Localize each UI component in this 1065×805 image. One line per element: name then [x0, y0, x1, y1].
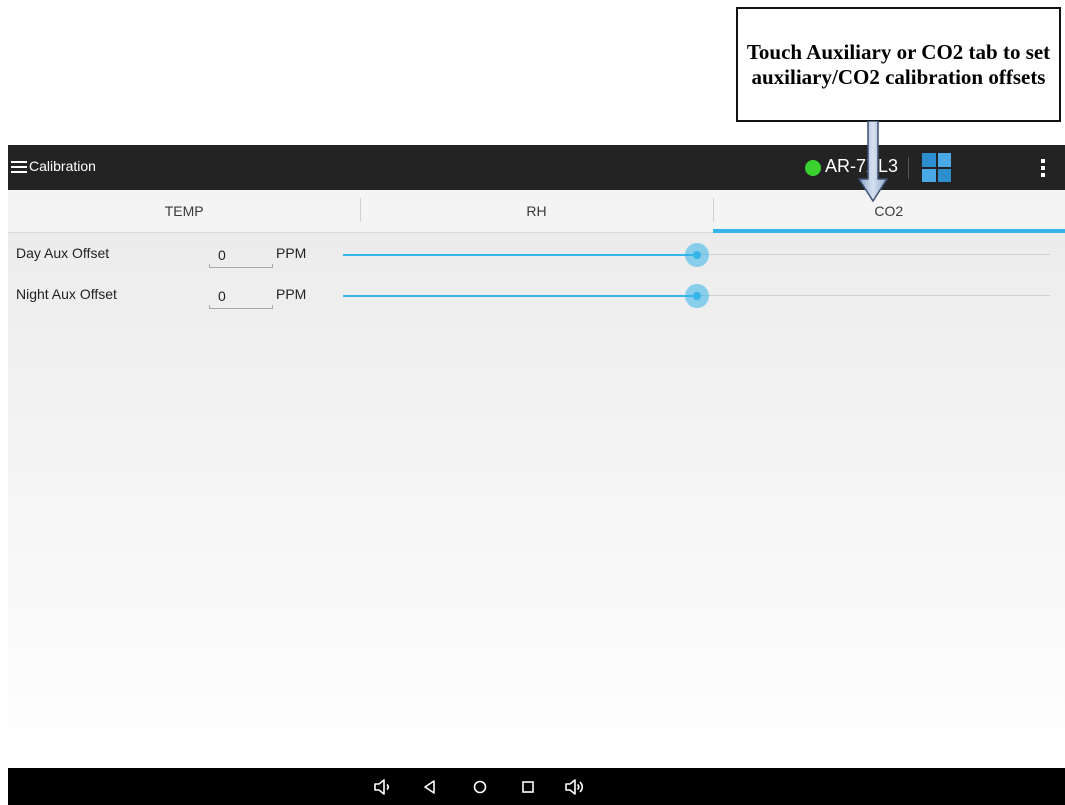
connection-status-icon: [805, 160, 821, 176]
day-aux-offset-label: Day Aux Offset: [16, 245, 110, 261]
tab-rh[interactable]: RH: [360, 190, 712, 232]
slider-fill: [343, 254, 697, 256]
calibration-panel: Day Aux Offset PPM Night Aux Offset PPM: [8, 233, 1065, 768]
day-aux-offset-unit: PPM: [276, 245, 307, 261]
night-aux-offset-input[interactable]: [209, 284, 273, 308]
tab-temp[interactable]: TEMP: [8, 190, 360, 232]
divider: [908, 157, 909, 179]
slider-thumb[interactable]: [684, 243, 709, 267]
system-nav-bar: [8, 768, 1065, 805]
annotation-text: Touch Auxiliary or CO2 tab to set auxili…: [746, 39, 1051, 89]
home-icon[interactable]: [469, 776, 491, 798]
night-aux-offset-unit: PPM: [276, 286, 307, 302]
night-aux-offset-slider[interactable]: [343, 284, 1050, 308]
overflow-menu-icon[interactable]: [1041, 159, 1045, 177]
day-aux-offset-slider[interactable]: [343, 243, 1050, 267]
input-underline: [209, 305, 273, 309]
grid-icon[interactable]: [922, 153, 951, 182]
day-aux-offset-input[interactable]: [209, 243, 273, 267]
back-icon[interactable]: [419, 776, 441, 798]
volume-up-icon[interactable]: [564, 776, 586, 798]
page-title: Calibration: [29, 158, 96, 174]
input-underline: [209, 264, 273, 268]
recents-icon[interactable]: [517, 776, 539, 798]
menu-icon[interactable]: [11, 161, 27, 173]
night-aux-offset-row: Night Aux Offset PPM: [8, 275, 1065, 315]
app-bar: Calibration AR-7XL3: [8, 145, 1065, 190]
day-aux-offset-row: Day Aux Offset PPM: [8, 234, 1065, 274]
tab-co2[interactable]: CO2: [712, 190, 1065, 233]
annotation-arrow-icon: [858, 121, 888, 203]
night-aux-offset-label: Night Aux Offset: [16, 286, 117, 302]
slider-thumb[interactable]: [684, 284, 709, 308]
slider-fill: [343, 295, 697, 297]
volume-down-icon[interactable]: [372, 776, 394, 798]
tab-bar: TEMP RH CO2: [8, 190, 1065, 233]
annotation-callout: Touch Auxiliary or CO2 tab to set auxili…: [736, 7, 1061, 122]
